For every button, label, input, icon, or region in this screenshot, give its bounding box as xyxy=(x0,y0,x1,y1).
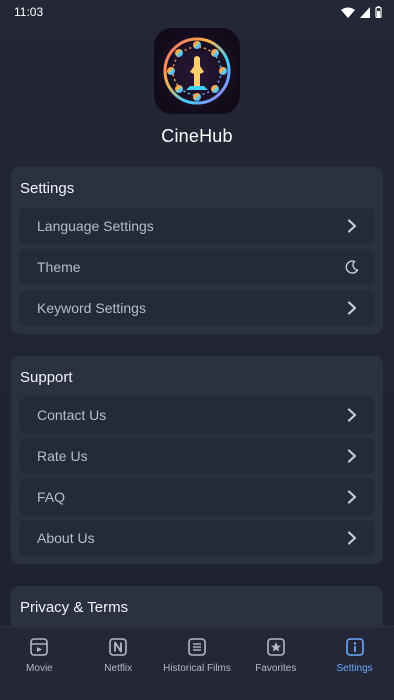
chevron-right-icon xyxy=(347,301,359,315)
contact-us-row[interactable]: Contact Us xyxy=(19,397,375,433)
nav-settings[interactable]: Settings xyxy=(316,637,394,674)
star-icon xyxy=(266,637,286,657)
film-reel-icon xyxy=(163,37,231,105)
wifi-icon xyxy=(341,7,355,18)
battery-icon xyxy=(375,6,382,18)
app-logo xyxy=(154,28,240,114)
about-us-row[interactable]: About Us xyxy=(19,520,375,556)
support-title: Support xyxy=(20,369,73,386)
nav-movie[interactable]: Movie xyxy=(0,637,78,674)
keyword-settings-label: Keyword Settings xyxy=(37,300,146,316)
faq-row[interactable]: FAQ xyxy=(19,479,375,515)
chevron-right-icon xyxy=(347,531,359,545)
rate-us-row[interactable]: Rate Us xyxy=(19,438,375,474)
privacy-title: Privacy & Terms xyxy=(20,599,129,616)
keyword-settings-row[interactable]: Keyword Settings xyxy=(19,290,375,326)
settings-card: Settings Language Settings Theme Keyword… xyxy=(11,167,383,334)
status-bar: 11:03 xyxy=(0,0,394,24)
bottom-nav: Movie Netflix Historical Films Favorites… xyxy=(0,626,394,700)
netflix-icon xyxy=(108,637,128,657)
info-icon xyxy=(345,637,365,657)
faq-label: FAQ xyxy=(37,489,66,505)
nav-favorites-label: Favorites xyxy=(255,663,297,674)
moon-icon xyxy=(345,260,359,274)
status-time: 11:03 xyxy=(14,5,44,19)
nav-netflix-label: Netflix xyxy=(104,663,133,674)
rate-us-label: Rate Us xyxy=(37,448,88,464)
nav-movie-label: Movie xyxy=(26,663,53,674)
chevron-right-icon xyxy=(347,449,359,463)
support-card: Support Contact Us Rate Us FAQ About Us xyxy=(11,356,383,564)
chevron-right-icon xyxy=(347,408,359,422)
theme-label: Theme xyxy=(37,259,81,275)
nav-settings-label: Settings xyxy=(336,663,373,674)
nav-favorites[interactable]: Favorites xyxy=(237,637,315,674)
theme-row[interactable]: Theme xyxy=(19,249,375,285)
about-us-label: About Us xyxy=(37,530,95,546)
list-icon xyxy=(187,637,207,657)
nav-netflix[interactable]: Netflix xyxy=(79,637,157,674)
settings-title: Settings xyxy=(20,180,75,197)
movie-icon xyxy=(29,637,49,657)
signal-icon xyxy=(360,6,370,18)
nav-historical-films-label: Historical Films xyxy=(163,663,231,674)
contact-us-label: Contact Us xyxy=(37,407,107,423)
chevron-right-icon xyxy=(347,490,359,504)
language-settings-row[interactable]: Language Settings xyxy=(19,208,375,244)
language-settings-label: Language Settings xyxy=(37,218,154,234)
app-header: CineHub xyxy=(0,28,394,147)
nav-historical-films[interactable]: Historical Films xyxy=(158,637,236,674)
chevron-right-icon xyxy=(347,219,359,233)
status-icons xyxy=(341,6,382,18)
app-name: CineHub xyxy=(161,126,233,146)
